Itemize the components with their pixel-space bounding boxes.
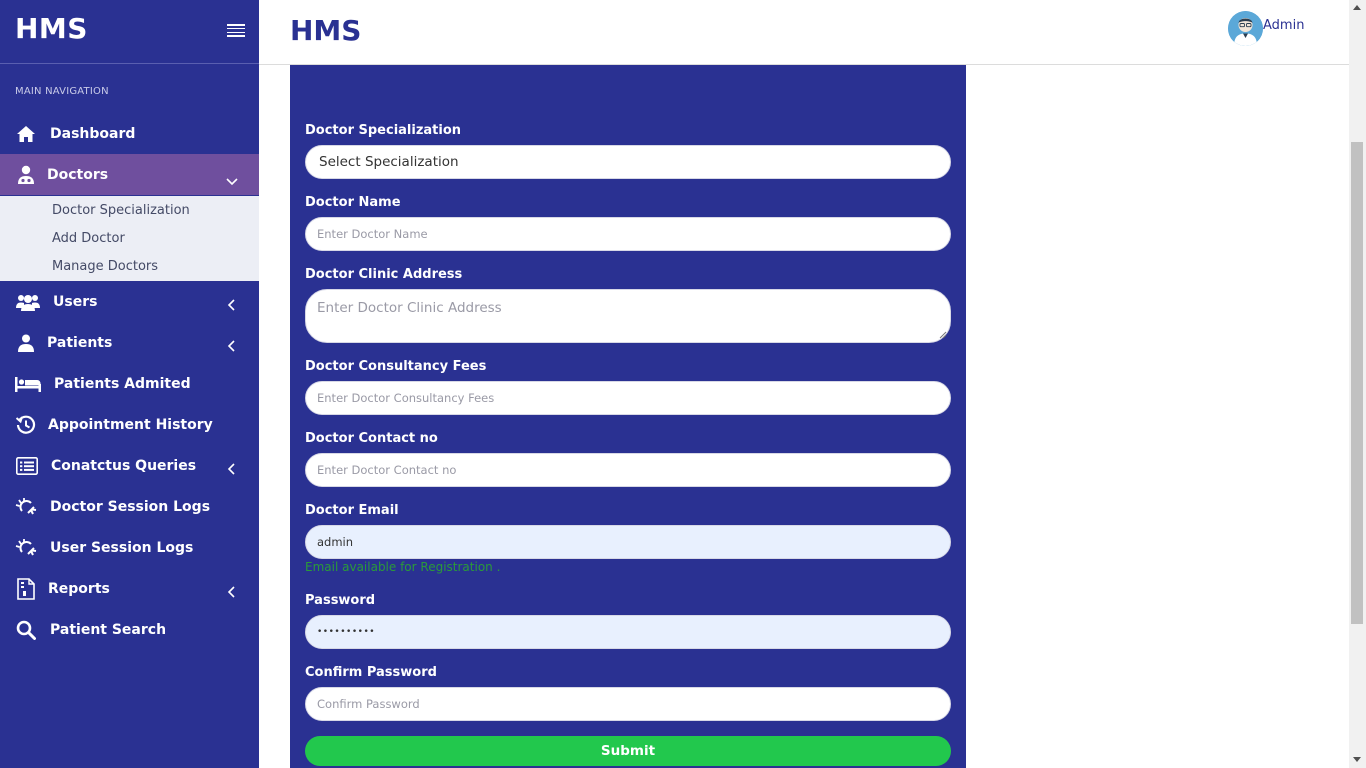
sidebar-item-reports[interactable]: Reports (0, 568, 259, 609)
chevron-left-icon (227, 296, 237, 311)
sidebar-item-appointment-history[interactable]: Appointment History (0, 404, 259, 445)
sidebar-item-label: Conatctus Queries (51, 457, 197, 474)
doctor-icon (15, 164, 37, 186)
brand-logo[interactable]: HMS (15, 12, 88, 45)
submit-button[interactable]: Submit (305, 736, 951, 766)
sidebar-item-label: Users (53, 293, 98, 310)
brand-bar: HMS (0, 0, 259, 64)
bed-icon (15, 373, 41, 395)
contact-no-field[interactable]: Enter Doctor Contact no (305, 453, 951, 487)
sidebar-item-patients-admited[interactable]: Patients Admited (0, 363, 259, 404)
users-icon (15, 291, 41, 313)
sidebar-item-label: Patients (47, 334, 113, 351)
submenu-doctor-specialization[interactable]: Doctor Specialization (52, 203, 190, 218)
sidebar-item-label: Appointment History (48, 416, 213, 433)
page-scrollbar[interactable] (1349, 0, 1366, 768)
scroll-down-arrow-icon[interactable] (1353, 757, 1361, 762)
contact-no-label: Doctor Contact no (305, 431, 438, 446)
history-icon (15, 414, 37, 436)
clinic-address-field[interactable]: Enter Doctor Clinic Address (305, 289, 951, 343)
sidebar-item-patients[interactable]: Patients (0, 322, 259, 363)
scroll-up-arrow-icon[interactable] (1353, 5, 1361, 10)
sidebar-item-doctors[interactable]: Doctors (0, 154, 259, 195)
sidebar-item-label: Patients Admited (54, 375, 191, 392)
home-icon (15, 123, 37, 145)
sidebar-item-label: Patient Search (50, 621, 167, 638)
admin-user-link[interactable]: Admin (1263, 18, 1304, 33)
email-availability-hint: Email available for Registration . (305, 560, 501, 574)
session-log-icon (15, 537, 37, 559)
confirm-password-field[interactable]: Confirm Password (305, 687, 951, 721)
list-icon (15, 455, 39, 477)
avatar[interactable] (1228, 11, 1263, 46)
doctor-name-label: Doctor Name (305, 195, 401, 210)
chevron-left-icon (227, 337, 237, 352)
doctor-email-label: Doctor Email (305, 503, 399, 518)
menu-toggle-icon[interactable] (227, 24, 245, 37)
doctors-submenu: Doctor Specialization Add Doctor Manage … (0, 196, 259, 281)
clinic-address-placeholder: Enter Doctor Clinic Address (317, 300, 502, 316)
resize-grip-icon[interactable] (939, 331, 947, 339)
submenu-add-doctor[interactable]: Add Doctor (52, 231, 125, 246)
sidebar-item-label: User Session Logs (50, 539, 194, 556)
consultancy-fees-label: Doctor Consultancy Fees (305, 359, 487, 374)
sidebar: HMS MAIN NAVIGATION Dashboard Doctors Do… (0, 0, 259, 768)
chevron-left-icon (227, 460, 237, 475)
password-label: Password (305, 593, 376, 608)
report-icon (15, 577, 37, 600)
sidebar-item-label: Reports (48, 580, 110, 597)
chevron-down-icon (226, 171, 238, 185)
sidebar-item-label: Dashboard (50, 125, 136, 142)
add-doctor-form: Doctor Specialization Select Specializat… (290, 65, 966, 768)
sidebar-item-users[interactable]: Users (0, 281, 259, 322)
sidebar-item-patient-search[interactable]: Patient Search (0, 609, 259, 650)
sidebar-item-doctor-session-logs[interactable]: Doctor Session Logs (0, 486, 259, 527)
patient-icon (15, 332, 37, 354)
sidebar-item-label: Doctors (47, 166, 109, 183)
page-title: HMS (290, 14, 362, 47)
scroll-thumb[interactable] (1351, 142, 1363, 624)
sidebar-item-contactus-queries[interactable]: Conatctus Queries (0, 445, 259, 486)
top-bar: HMS Admin (259, 0, 1349, 65)
session-log-icon (15, 496, 37, 518)
chevron-left-icon (227, 583, 237, 598)
specialization-label: Doctor Specialization (305, 123, 462, 138)
doctor-email-field[interactable]: admin (305, 525, 951, 559)
clinic-address-label: Doctor Clinic Address (305, 267, 463, 282)
nav-section-header: MAIN NAVIGATION (15, 86, 109, 97)
submenu-manage-doctors[interactable]: Manage Doctors (52, 259, 158, 274)
sidebar-item-dashboard[interactable]: Dashboard (0, 113, 259, 154)
search-icon (15, 619, 37, 641)
specialization-select[interactable]: Select Specialization (305, 145, 951, 179)
doctor-name-field[interactable]: Enter Doctor Name (305, 217, 951, 251)
password-field[interactable]: •••••••••• (305, 615, 951, 649)
confirm-password-label: Confirm Password (305, 665, 437, 680)
consultancy-fees-field[interactable]: Enter Doctor Consultancy Fees (305, 381, 951, 415)
sidebar-item-user-session-logs[interactable]: User Session Logs (0, 527, 259, 568)
sidebar-item-label: Doctor Session Logs (50, 498, 211, 515)
